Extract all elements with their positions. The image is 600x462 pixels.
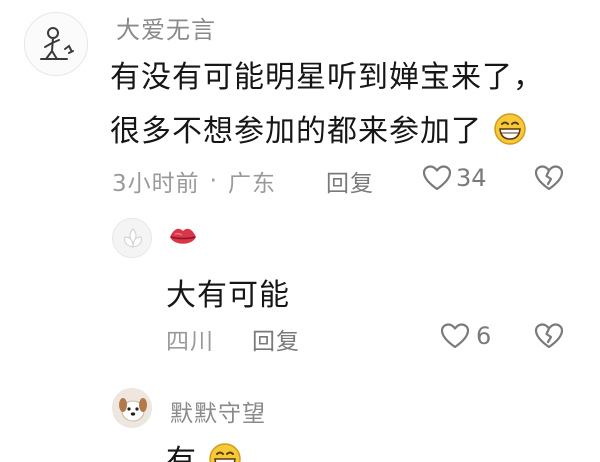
- grinning-emoji-icon: [208, 442, 242, 462]
- user-avatar[interactable]: [24, 12, 88, 76]
- comment-meta: 3小时前 · 广东: [112, 164, 276, 198]
- like-button[interactable]: 6: [440, 322, 491, 350]
- reply-text: 大有可能: [166, 278, 290, 313]
- dislike-button[interactable]: [534, 164, 564, 192]
- reply-text-content: 有: [166, 444, 197, 462]
- reply-meta: 四川: [166, 322, 214, 356]
- comment-username[interactable]: 大爱无言: [116, 10, 216, 45]
- reply-button[interactable]: 回复: [252, 322, 300, 356]
- reply-user-avatar[interactable]: [112, 218, 152, 258]
- comment-text-line-2: 很多不想参加的都来参加了: [110, 106, 527, 154]
- broken-heart-icon: [534, 322, 564, 350]
- like-button[interactable]: 34: [422, 164, 487, 192]
- broken-heart-icon: [534, 164, 564, 192]
- heart-icon: [422, 164, 452, 192]
- like-count: 34: [456, 164, 487, 192]
- reply-user-avatar[interactable]: [112, 388, 152, 428]
- reply-location: 四川: [166, 329, 214, 355]
- comment-text-line-1: 有没有可能明星听到婵宝来了，: [110, 60, 544, 95]
- reply-text: 有: [166, 436, 242, 462]
- heart-icon: [440, 322, 470, 350]
- like-count: 6: [476, 322, 492, 350]
- white-flower-avatar: [113, 219, 151, 257]
- dislike-button[interactable]: [534, 322, 564, 350]
- reply-button[interactable]: 回复: [326, 164, 374, 198]
- grinning-emoji-icon: [493, 112, 527, 154]
- puppy-avatar: [113, 389, 151, 427]
- stick-figure-sketch-icon: [25, 13, 87, 75]
- comment-text-line-2-text: 很多不想参加的都来参加了: [110, 114, 482, 149]
- comment-location: 广东: [227, 171, 276, 197]
- red-lips-icon: [168, 224, 198, 254]
- comment-time: 3小时前: [112, 171, 200, 197]
- reply-username[interactable]: 默默守望: [170, 394, 266, 428]
- meta-separator: ·: [209, 168, 218, 194]
